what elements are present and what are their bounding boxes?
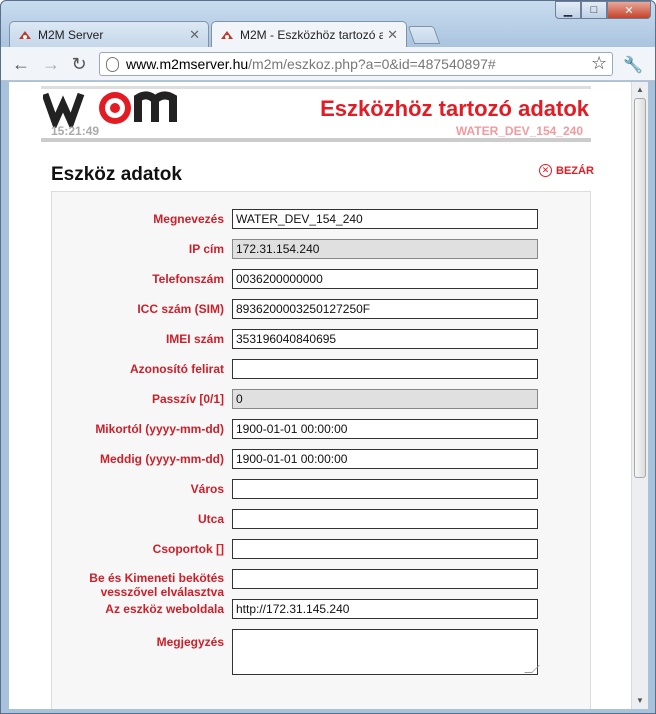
wrench-menu-icon[interactable]: 🔧: [623, 55, 643, 75]
forward-button[interactable]: →: [41, 54, 61, 74]
browser-window: M2M Server ✕ M2M - Eszközhöz tartozó ad …: [0, 0, 656, 714]
reload-button[interactable]: ↻: [69, 54, 89, 74]
resize-handle-icon[interactable]: [524, 665, 540, 673]
field-label: Utca: [197, 512, 224, 526]
scroll-down-icon[interactable]: ▼: [632, 693, 648, 709]
passive-input: 0: [232, 389, 538, 409]
m2m-favicon-icon: [220, 29, 234, 41]
city-input[interactable]: [232, 479, 538, 499]
close-label: BEZÁR: [556, 164, 594, 177]
scroll-up-icon[interactable]: ▲: [632, 82, 648, 98]
m2m-favicon-icon: [18, 29, 32, 41]
minimize-button[interactable]: ▁: [555, 1, 581, 19]
page-viewport: 15:21:49 Eszközhöz tartozó adatok WATER_…: [9, 82, 631, 709]
page-icon: [106, 57, 119, 72]
header-bottom-bar: [41, 138, 591, 142]
field-label: Telefonszám: [152, 272, 224, 286]
device-form: Megnevezés WATER_DEV_154_240 IP cím 172.…: [51, 191, 591, 709]
window-controls: ▁ □ ✕: [555, 1, 651, 19]
field-label: Meddig (yyyy-mm-dd): [99, 452, 224, 466]
tab-close-icon[interactable]: ✕: [387, 27, 398, 43]
wm-logo: [43, 91, 177, 128]
browser-toolbar: ← → ↻ www.m2mserver.hu/m2m/eszkoz.php?a=…: [1, 47, 655, 81]
title-bar: M2M Server ✕ M2M - Eszközhöz tartozó ad …: [1, 1, 655, 48]
field-label: Város: [190, 482, 224, 496]
maximize-button[interactable]: □: [581, 1, 607, 19]
web-input[interactable]: http://172.31.145.240: [232, 599, 538, 619]
tab-label: M2M Server: [38, 27, 104, 42]
field-label: ICC szám (SIM): [137, 302, 224, 316]
field-label: Azonosító felirat: [129, 362, 224, 376]
name-input[interactable]: WATER_DEV_154_240: [232, 209, 538, 229]
url-path: /m2m/eszkoz.php?a=0&id=487540897#: [248, 56, 496, 72]
back-button[interactable]: ←: [11, 54, 31, 74]
vertical-scrollbar[interactable]: ▲ ▼: [631, 82, 648, 709]
tab-m2m-server[interactable]: M2M Server ✕: [9, 21, 209, 47]
icc-input[interactable]: 8936200003250127250F: [232, 299, 538, 319]
field-label: Megnevezés: [153, 212, 224, 226]
street-input[interactable]: [232, 509, 538, 529]
device-name-subtitle: WATER_DEV_154_240: [455, 124, 583, 138]
tab-label: M2M - Eszközhöz tartozó ad: [240, 28, 384, 42]
field-label: IP cím: [188, 242, 224, 256]
page-title: Eszközhöz tartozó adatok: [320, 96, 589, 121]
bookmark-star-icon[interactable]: ☆: [591, 53, 607, 74]
field-label: Csoportok []: [152, 542, 224, 556]
io-input[interactable]: [232, 569, 538, 589]
from-date-input[interactable]: 1900-01-01 00:00:00: [232, 419, 538, 439]
field-label: Az eszköz weboldala: [105, 602, 224, 616]
field-label: Mikortól (yyyy-mm-dd): [95, 422, 224, 436]
field-label: Passzív [0/1]: [151, 392, 224, 406]
note-textarea[interactable]: [232, 629, 540, 675]
close-link[interactable]: ✕ BEZÁR: [539, 164, 594, 177]
imei-input[interactable]: 353196040840695: [232, 329, 538, 349]
tab-close-icon[interactable]: ✕: [189, 27, 200, 43]
clock: 15:21:49: [51, 124, 100, 138]
field-label: IMEI szám: [165, 332, 224, 346]
field-label: Megjegyzés: [156, 635, 224, 649]
field-label: Be és Kimeneti bekötés: [89, 571, 224, 585]
phone-input[interactable]: 0036200000000: [232, 269, 538, 289]
field-label-line2: vesszővel elválasztva: [100, 585, 224, 599]
id-label-input[interactable]: [232, 359, 538, 379]
tab-eszkoz-adatok[interactable]: M2M - Eszközhöz tartozó ad ✕: [211, 21, 407, 48]
page-header: 15:21:49 Eszközhöz tartozó adatok WATER_…: [41, 84, 591, 140]
close-circle-icon: ✕: [539, 164, 552, 177]
ip-input: 172.31.154.240: [232, 239, 538, 259]
address-bar[interactable]: www.m2mserver.hu/m2m/eszkoz.php?a=0&id=4…: [99, 52, 613, 76]
close-window-button[interactable]: ✕: [607, 1, 651, 19]
until-date-input[interactable]: 1900-01-01 00:00:00: [232, 449, 538, 469]
groups-input[interactable]: [232, 539, 538, 559]
new-tab-button[interactable]: [407, 26, 441, 44]
scroll-thumb[interactable]: [634, 98, 646, 478]
section-title: Eszköz adatok: [51, 164, 182, 185]
url-host: www.m2mserver.hu: [126, 56, 249, 72]
